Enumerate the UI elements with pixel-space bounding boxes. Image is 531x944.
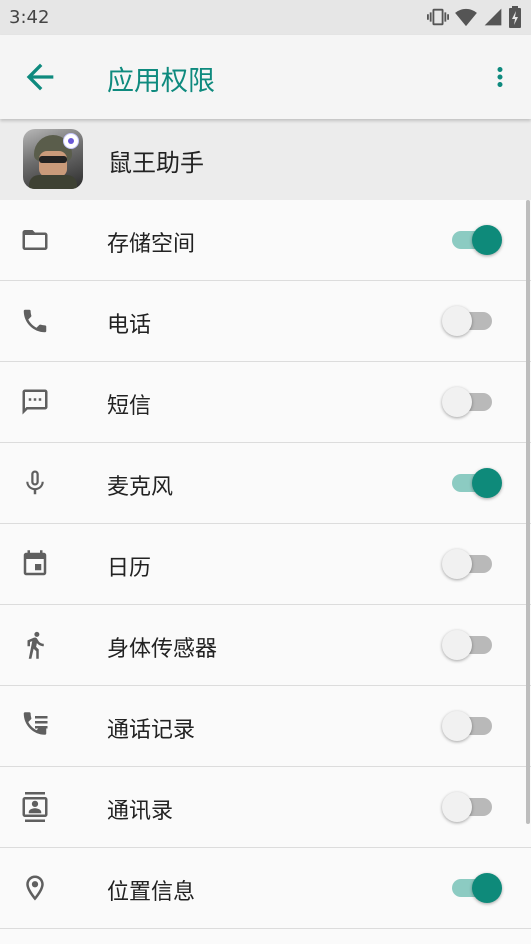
permission-toggle-call-log[interactable] xyxy=(440,708,504,744)
location-icon xyxy=(20,873,50,903)
permission-toggle-body-sensors[interactable] xyxy=(440,627,504,663)
permission-label: 位置信息 xyxy=(107,880,196,905)
permission-label: 日历 xyxy=(107,556,152,581)
permission-row-sms[interactable]: 短信 xyxy=(0,362,531,443)
permission-toggle-contacts[interactable] xyxy=(440,789,504,825)
permission-row-location[interactable]: 位置信息 xyxy=(0,848,531,929)
permission-label: 身体传感器 xyxy=(107,637,218,662)
permission-toggle-calendar[interactable] xyxy=(440,546,504,582)
permission-row-storage[interactable]: 存储空间 xyxy=(0,200,531,281)
app-badge-icon xyxy=(63,133,79,149)
app-name: 鼠王助手 xyxy=(108,149,204,177)
permission-list: 存储空间 电话 短信 麦克风 日历 身体传感器 通话记录 通讯录 位置信息 xyxy=(0,200,531,929)
more-options-button[interactable] xyxy=(485,60,515,94)
permission-toggle-storage[interactable] xyxy=(440,222,504,258)
walk-icon xyxy=(20,630,50,660)
sms-icon xyxy=(20,387,50,417)
app-bar: 应用权限 xyxy=(0,35,531,119)
permission-row-call-log[interactable]: 通话记录 xyxy=(0,686,531,767)
permission-toggle-phone[interactable] xyxy=(440,303,504,339)
permission-row-microphone[interactable]: 麦克风 xyxy=(0,443,531,524)
permission-row-calendar[interactable]: 日历 xyxy=(0,524,531,605)
permission-toggle-sms[interactable] xyxy=(440,384,504,420)
mic-icon xyxy=(20,468,50,498)
app-header: 鼠王助手 xyxy=(0,119,531,200)
permission-label: 通讯录 xyxy=(107,799,174,824)
permission-row-phone[interactable]: 电话 xyxy=(0,281,531,362)
scrollbar[interactable] xyxy=(526,200,530,824)
permission-label: 短信 xyxy=(107,394,152,419)
permission-toggle-location[interactable] xyxy=(440,870,504,906)
folder-icon xyxy=(20,225,50,255)
contacts-icon xyxy=(20,792,50,822)
wifi-icon xyxy=(455,7,477,27)
permission-row-contacts[interactable]: 通讯录 xyxy=(0,767,531,848)
status-bar: 3:42 xyxy=(0,0,531,35)
phone-icon xyxy=(20,306,50,336)
permission-label: 通话记录 xyxy=(107,718,196,743)
permission-row-body-sensors[interactable]: 身体传感器 xyxy=(0,605,531,686)
page-title: 应用权限 xyxy=(107,66,215,97)
status-icons xyxy=(427,6,521,28)
calendar-icon xyxy=(20,549,50,579)
permission-label: 电话 xyxy=(107,313,152,338)
vibrate-icon xyxy=(427,6,449,28)
status-time: 3:42 xyxy=(9,7,50,28)
back-button[interactable] xyxy=(20,57,60,97)
app-icon xyxy=(23,129,83,189)
more-vert-icon xyxy=(497,67,503,87)
arrow-back-icon xyxy=(26,63,54,91)
battery-charging-icon xyxy=(509,6,521,28)
permission-toggle-microphone[interactable] xyxy=(440,465,504,501)
permission-label: 麦克风 xyxy=(107,475,174,500)
signal-icon xyxy=(483,7,503,27)
call-log-icon xyxy=(20,711,50,741)
permission-label: 存储空间 xyxy=(107,232,196,257)
